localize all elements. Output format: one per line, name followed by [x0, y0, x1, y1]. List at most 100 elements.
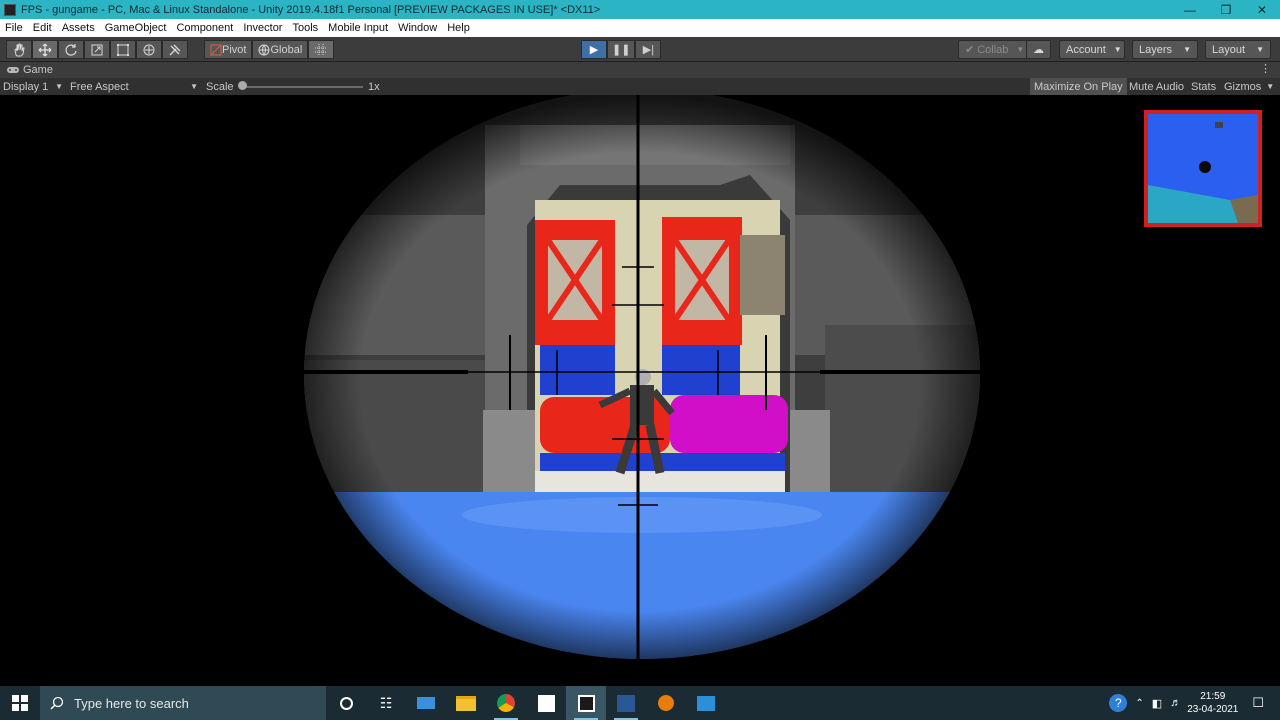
menu-mobile-input[interactable]: Mobile Input	[323, 22, 393, 34]
taskbar-app-unity[interactable]	[566, 686, 606, 720]
scale-icon	[91, 44, 103, 55]
window-title-bar: FPS - gungame - PC, Mac & Linux Standalo…	[0, 0, 1280, 19]
display-dropdown[interactable]: Display 1 ▼	[3, 78, 63, 95]
layers-button[interactable]: Layers ▼	[1132, 40, 1198, 59]
rect-icon	[117, 43, 129, 56]
aspect-dropdown[interactable]: Free Aspect ▼	[70, 78, 198, 95]
task-view-icon: ☷	[379, 694, 393, 711]
tab-game[interactable]: Game	[0, 64, 53, 76]
play-button[interactable]: ▶	[581, 40, 607, 59]
account-button[interactable]: Account ▼	[1059, 40, 1125, 59]
chevron-down-icon: ▼	[1016, 45, 1025, 54]
scale-value: 1x	[368, 80, 380, 93]
taskbar-app-photos[interactable]	[686, 686, 726, 720]
layout-dropdown[interactable]: Layout ▼	[1205, 40, 1271, 59]
scale-tool-button[interactable]	[84, 40, 110, 59]
menu-tools[interactable]: Tools	[287, 22, 323, 34]
help-icon[interactable]: ?	[1109, 694, 1128, 712]
wrench-icon	[169, 44, 181, 55]
taskbar-app-word[interactable]	[606, 686, 646, 720]
pause-icon: ❚❚	[612, 44, 631, 56]
collab-button[interactable]: ✔ Collab ▼	[958, 40, 1032, 59]
main-toolbar: Pivot Global ▶ ❚❚ ▶| ✔ Collab ▼ ☁ Accoun…	[0, 37, 1280, 62]
account-dropdown[interactable]: Account ▼	[1059, 40, 1125, 59]
gamepad-icon	[7, 67, 19, 73]
pause-button[interactable]: ❚❚	[607, 40, 636, 59]
hand-tool-button[interactable]	[6, 40, 32, 59]
taskbar-app-chrome[interactable]	[486, 686, 526, 720]
taskbar-app-blender[interactable]	[646, 686, 686, 720]
layers-dropdown[interactable]: Layers ▼	[1132, 40, 1198, 59]
blender-icon	[658, 695, 674, 711]
maximize-on-play-toggle[interactable]: Maximize On Play	[1030, 78, 1127, 95]
notification-icon[interactable]: ☐	[1252, 695, 1264, 711]
minimize-button[interactable]: —	[1172, 0, 1208, 19]
pivot-button[interactable]: Pivot	[204, 40, 253, 59]
cortana-button[interactable]	[326, 686, 366, 720]
clock-date: 23-04-2021	[1187, 704, 1239, 715]
global-button[interactable]: Global	[252, 40, 309, 59]
pivot-label: Pivot	[222, 43, 247, 56]
collab-dropdown[interactable]: ✔ Collab ▼	[958, 40, 1032, 59]
account-label: Account	[1066, 43, 1106, 56]
remote-desktop-icon	[417, 697, 435, 709]
layout-label: Layout	[1212, 43, 1246, 56]
game-viewport[interactable]	[0, 95, 1280, 668]
windows-logo-icon	[12, 695, 28, 711]
minimap	[1144, 110, 1262, 227]
scale-slider-handle[interactable]	[238, 81, 247, 90]
cloud-icon: ☁	[1033, 44, 1044, 56]
start-button[interactable]	[0, 686, 40, 720]
stats-toggle[interactable]: Stats	[1187, 78, 1220, 95]
cloud-services[interactable]: ☁	[1026, 40, 1051, 59]
close-button[interactable]: ✕	[1244, 0, 1280, 19]
menu-gameobject[interactable]: GameObject	[100, 22, 172, 34]
taskbar-app-remote[interactable]	[406, 686, 446, 720]
chevron-down-icon: ▼	[55, 82, 63, 91]
chevron-down-icon: ▼	[1113, 45, 1122, 54]
scale-slider-track[interactable]	[241, 86, 363, 88]
show-hidden-icons-icon[interactable]: ⌃	[1135, 698, 1143, 709]
tab-game-label: Game	[23, 64, 53, 76]
more-options-icon[interactable]: ⋮	[1260, 62, 1271, 75]
photos-icon	[697, 695, 715, 711]
transform-tools	[6, 40, 188, 59]
transform-icon	[143, 44, 155, 55]
menu-bar: File Edit Assets GameObject Component In…	[0, 19, 1280, 37]
window-title: FPS - gungame - PC, Mac & Linux Standalo…	[21, 3, 601, 16]
menu-window[interactable]: Window	[393, 22, 442, 34]
taskbar-app-explorer[interactable]	[446, 686, 486, 720]
layout-button[interactable]: Layout ▼	[1205, 40, 1271, 59]
network-icon[interactable]: ◧	[1152, 697, 1162, 710]
rect-tool-button[interactable]	[110, 40, 136, 59]
move-icon	[38, 43, 52, 56]
custom-tool-button[interactable]	[162, 40, 188, 59]
move-tool-button[interactable]	[32, 40, 58, 59]
maximize-button[interactable]: ❐	[1208, 0, 1244, 19]
menu-component[interactable]: Component	[171, 22, 238, 34]
taskbar-app-unity-hub[interactable]	[526, 686, 566, 720]
system-tray: ? ⌃ ◧ ♬ 21:59 23-04-2021 ☐	[1109, 686, 1280, 720]
game-tab-bar: Game ⋮	[0, 62, 1280, 78]
taskbar-search-box[interactable]: Type here to search	[40, 686, 326, 720]
mute-audio-toggle[interactable]: Mute Audio	[1125, 78, 1188, 95]
transform-tool-button[interactable]	[136, 40, 162, 59]
menu-invector[interactable]: Invector	[238, 22, 287, 34]
menu-file[interactable]: File	[0, 22, 28, 34]
play-icon: ▶	[589, 44, 599, 56]
grid-snap-button[interactable]	[308, 40, 335, 59]
task-view-button[interactable]: ☷	[366, 686, 406, 720]
cloud-button[interactable]: ☁	[1026, 40, 1051, 59]
menu-help[interactable]: Help	[442, 22, 475, 34]
step-button[interactable]: ▶|	[635, 40, 662, 59]
step-icon: ▶|	[642, 44, 655, 56]
unity-icon	[577, 694, 595, 712]
play-controls: ▶ ❚❚ ▶|	[581, 40, 662, 59]
menu-edit[interactable]: Edit	[28, 22, 57, 34]
volume-icon[interactable]: ♬	[1170, 697, 1181, 709]
gizmos-dropdown[interactable]: Gizmos ▼	[1220, 78, 1278, 95]
rotate-tool-button[interactable]	[58, 40, 84, 59]
menu-assets[interactable]: Assets	[57, 22, 100, 34]
collab-check-icon: ✔	[965, 44, 975, 56]
taskbar-clock[interactable]: 21:59 23-04-2021	[1187, 690, 1238, 716]
